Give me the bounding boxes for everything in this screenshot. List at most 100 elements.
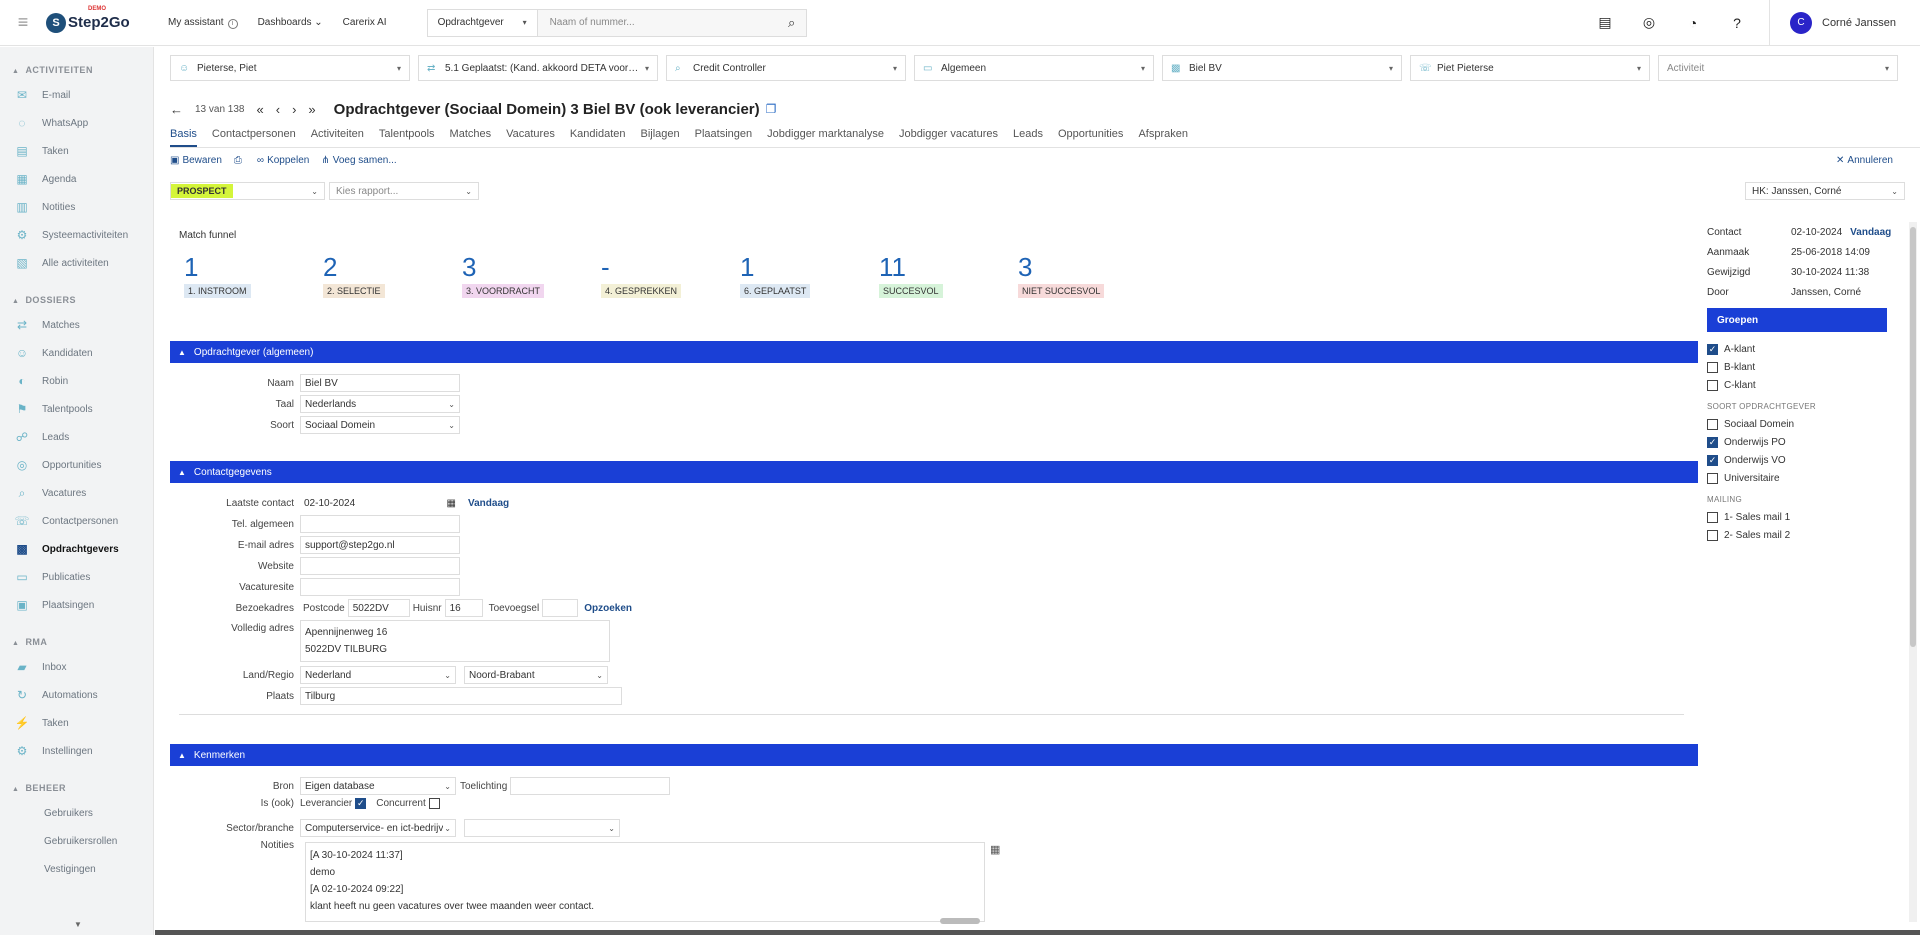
link-button[interactable]: ∞ Koppelen [257, 155, 309, 166]
checkbox-icon[interactable] [1707, 418, 1718, 430]
checkbox-c-klant[interactable]: C-klant [1707, 376, 1917, 394]
tab-contactpersonen[interactable]: Contactpersonen [212, 126, 296, 147]
checkbox-2-sales-mail-2[interactable]: 2- Sales mail 2 [1707, 526, 1917, 544]
funnel-step[interactable]: 2 2. SELECTIE [323, 252, 462, 298]
notes-field[interactable]: [A 30-10-2024 11:37] demo [A 02-10-2024 09… [305, 842, 985, 922]
report-select[interactable]: Kies rapport... ⌄ [329, 182, 479, 200]
section-features-header[interactable]: ▲ Kenmerken [170, 744, 1698, 766]
last-record-icon[interactable]: » [308, 102, 315, 117]
filter-select-6[interactable]: ☏ Piet Pieterse ▾ [1410, 55, 1650, 81]
sidebar-item-inbox[interactable]: ▰ Inbox [0, 653, 153, 681]
language-select[interactable]: Nederlands ⌄ [300, 395, 460, 413]
checkbox-icon[interactable] [1707, 379, 1718, 391]
section-contact-header[interactable]: ▲ Contactgegevens [170, 461, 1698, 483]
calendar-icon[interactable]: ▦ [990, 843, 1000, 856]
sidebar-item-taken[interactable]: ▤ Taken [0, 137, 153, 165]
calendar-icon[interactable]: ▦ [447, 498, 456, 509]
nav-carerix-ai[interactable]: Carerix AI [343, 17, 387, 28]
today-link[interactable]: Vandaag [1850, 227, 1891, 238]
house-number-field[interactable]: 16 [444, 599, 483, 617]
funnel-step[interactable]: 1 1. INSTROOM [184, 252, 323, 298]
filter-select-1[interactable]: ☺ Pieterse, Piet ▾ [170, 55, 410, 81]
sidebar-section-beheer[interactable]: ▲ BEHEER [0, 765, 153, 799]
checkbox-icon[interactable]: ✓ [1707, 454, 1718, 466]
checkbox-sociaal-domein[interactable]: Sociaal Domein [1707, 415, 1917, 433]
sidebar-item-talentpools[interactable]: ⚑ Talentpools [0, 395, 153, 423]
search-icon[interactable]: ⌕ [778, 15, 806, 31]
sidebar-item-opportunities[interactable]: ◎ Opportunities [0, 451, 153, 479]
sidebar-item-plaatsingen[interactable]: ▣ Plaatsingen [0, 591, 153, 619]
user-menu[interactable]: C Corné Janssen [1769, 0, 1920, 45]
funnel-step[interactable]: 11 SUCCESVOL [879, 252, 1018, 298]
sidebar-item-publicaties[interactable]: ▭ Publicaties [0, 563, 153, 591]
print-button[interactable]: ⎙ [234, 155, 245, 166]
logo[interactable]: S DEMO Step2Go [46, 6, 156, 33]
checkbox-onderwijs-vo[interactable]: ✓ Onderwijs VO [1707, 451, 1917, 469]
filter-select-5[interactable]: ▩ Biel BV ▾ [1162, 55, 1402, 81]
notes-scrollbar[interactable] [940, 918, 980, 924]
last-contact-field[interactable]: 02-10-2024 ▦ [300, 494, 460, 512]
next-record-icon[interactable]: › [292, 102, 296, 117]
nav-my-assistant[interactable]: My assistant i [168, 17, 238, 29]
sidebar-item-systeemactiviteiten[interactable]: ⚙ Systeemactiviteiten [0, 221, 153, 249]
region-select[interactable]: Noord-Brabant ⌄ [464, 666, 608, 684]
sidebar-item-leads[interactable]: ☍ Leads [0, 423, 153, 451]
merge-button[interactable]: ⋔ Voeg samen... [321, 155, 396, 166]
full-address-field[interactable]: Apennijnenweg 16 5022DV TILBURG [300, 620, 610, 662]
tab-basis[interactable]: Basis [170, 126, 197, 147]
tab-kandidaten[interactable]: Kandidaten [570, 126, 626, 147]
tab-bijlagen[interactable]: Bijlagen [641, 126, 680, 147]
source-select[interactable]: Eigen database ⌄ [300, 777, 456, 795]
tab-jobdigger-marktanalyse[interactable]: Jobdigger marktanalyse [767, 126, 884, 147]
sidebar-item-robin[interactable]: ◐ Robin [0, 367, 153, 395]
funnel-step[interactable]: 1 6. GEPLAATST [740, 252, 879, 298]
tab-vacatures[interactable]: Vacatures [506, 126, 555, 147]
today-link[interactable]: Vandaag [468, 498, 509, 509]
competitor-checkbox[interactable] [428, 798, 440, 809]
checkbox-1-sales-mail-1[interactable]: 1- Sales mail 1 [1707, 508, 1917, 526]
sidebar-item-gebruikers[interactable]: Gebruikers [0, 799, 153, 827]
explanation-field[interactable] [510, 777, 671, 795]
sidebar-item-alle-activiteiten[interactable]: ▧ Alle activiteiten [0, 249, 153, 277]
sector-select[interactable]: Computerservice- en ict-bedrijv ⌄ [300, 819, 456, 837]
type-select[interactable]: Sociaal Domein ⌄ [300, 416, 460, 434]
phone-field[interactable] [300, 515, 460, 533]
tab-activiteiten[interactable]: Activiteiten [311, 126, 364, 147]
sidebar-item-matches[interactable]: ⇄ Matches [0, 311, 153, 339]
scroll-down-icon[interactable]: ▼ [74, 920, 82, 929]
document-icon[interactable]: ▤ [1583, 0, 1627, 46]
sidebar-item-automations[interactable]: ↻ Automations [0, 681, 153, 709]
save-button[interactable]: ▣ Bewaren [170, 155, 222, 166]
nav-dashboards[interactable]: Dashboards ⌄ [258, 17, 323, 28]
sidebar-item-opdrachtgevers[interactable]: ▩ Opdrachtgevers [0, 535, 153, 563]
back-arrow-icon[interactable]: ← [170, 102, 183, 117]
copy-icon[interactable]: ❐ [766, 102, 777, 116]
addition-field[interactable] [542, 599, 579, 617]
tab-talentpools[interactable]: Talentpools [379, 126, 435, 147]
filter-select-2[interactable]: ⇄ 5.1 Geplaatst: (Kand. akkoord DETA voor… [418, 55, 658, 81]
tab-plaatsingen[interactable]: Plaatsingen [695, 126, 753, 147]
search-type-select[interactable]: Opdrachtgever ▾ [427, 9, 538, 36]
checkbox-universitaire[interactable]: Universitaire [1707, 469, 1917, 487]
menu-icon[interactable]: ≡ [0, 0, 46, 46]
sidebar-section-dossiers[interactable]: ▲ DOSSIERS [0, 277, 153, 311]
previous-record-icon[interactable]: ‹ [276, 102, 280, 117]
funnel-step[interactable]: 3 NIET SUCCESVOL [1018, 252, 1157, 298]
sidebar-item-notities[interactable]: ▥ Notities [0, 193, 153, 221]
sidebar-item-contactpersonen[interactable]: ☏ Contactpersonen [0, 507, 153, 535]
name-field[interactable]: Biel BV [300, 374, 460, 392]
help-icon[interactable]: ? [1715, 0, 1759, 46]
target-icon[interactable]: ◎ [1627, 0, 1671, 46]
tab-opportunities[interactable]: Opportunities [1058, 126, 1123, 147]
page-scrollbar-thumb[interactable] [1910, 227, 1916, 647]
first-record-icon[interactable]: « [257, 102, 264, 117]
status-select[interactable]: PROSPECT ⌄ [170, 182, 325, 200]
search-input[interactable]: Naam of nummer... [538, 17, 778, 28]
sidebar-item-taken[interactable]: ⚡ Taken [0, 709, 153, 737]
checkbox-icon[interactable] [1707, 472, 1718, 484]
section-general-header[interactable]: ▲ Opdrachtgever (algemeen) [170, 341, 1698, 363]
sub-sector-select[interactable]: ⌄ [464, 819, 620, 837]
filter-select-3[interactable]: ⌕ Credit Controller ▾ [666, 55, 906, 81]
postcode-field[interactable]: 5022DV [347, 599, 410, 617]
checkbox-icon[interactable] [1707, 511, 1718, 523]
